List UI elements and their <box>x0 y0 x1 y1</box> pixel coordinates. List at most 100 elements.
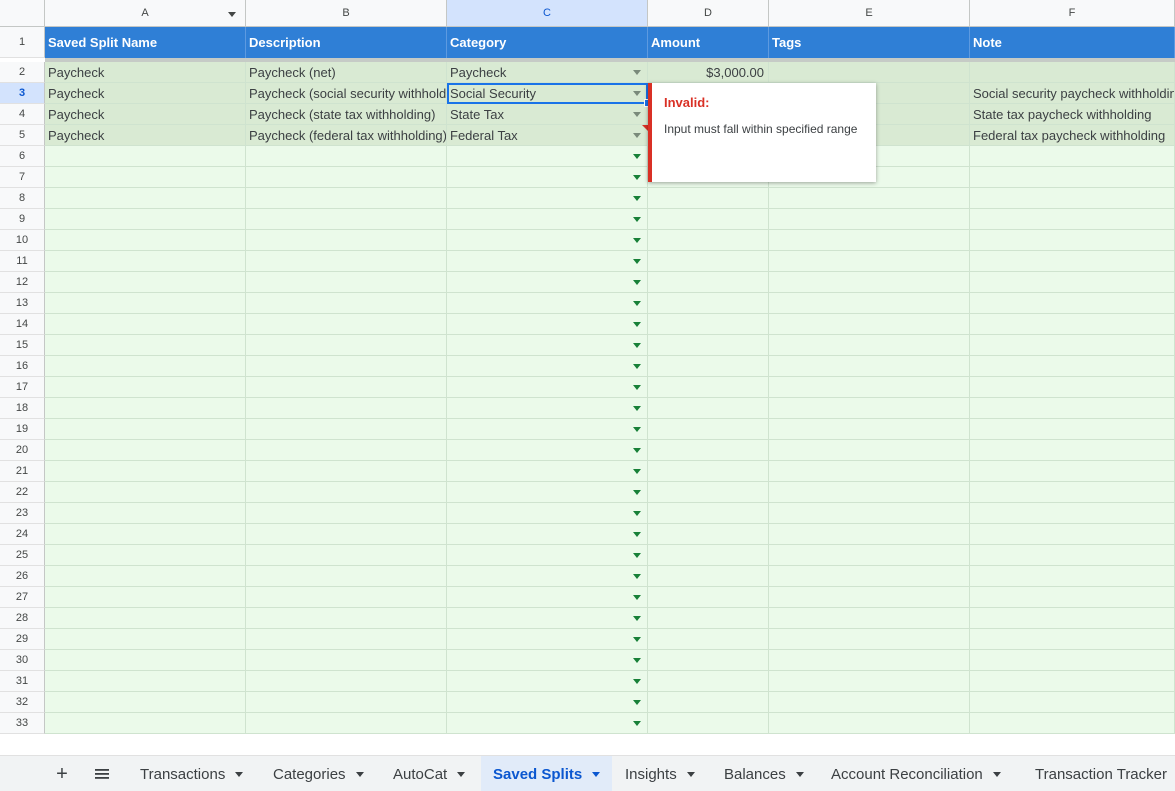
cell-amount[interactable] <box>648 209 769 230</box>
cell-note[interactable] <box>970 503 1175 524</box>
column-header-d[interactable]: D <box>648 0 769 27</box>
cell-note[interactable] <box>970 188 1175 209</box>
cell-tags[interactable] <box>769 566 970 587</box>
tab-menu-icon[interactable] <box>795 771 804 777</box>
cell-amount[interactable] <box>648 419 769 440</box>
cell-saved-split-name[interactable]: Paycheck <box>45 83 246 104</box>
dropdown-arrow-icon[interactable] <box>633 364 641 369</box>
cell-amount[interactable] <box>648 587 769 608</box>
cell-amount[interactable] <box>648 671 769 692</box>
cell-saved-split-name[interactable] <box>45 377 246 398</box>
dropdown-arrow-icon[interactable] <box>633 196 641 201</box>
cell-note[interactable] <box>970 566 1175 587</box>
row-number[interactable]: 3 <box>0 83 45 104</box>
cell-category[interactable] <box>447 398 648 419</box>
cell-note[interactable] <box>970 650 1175 671</box>
row-number[interactable]: 27 <box>0 587 45 608</box>
cell-saved-split-name[interactable] <box>45 293 246 314</box>
cell-category[interactable] <box>447 608 648 629</box>
cell-saved-split-name[interactable] <box>45 503 246 524</box>
filter-dropdown-icon[interactable] <box>228 12 236 17</box>
cell-tags[interactable] <box>769 209 970 230</box>
cell-tags[interactable] <box>769 356 970 377</box>
cell-tags[interactable] <box>769 335 970 356</box>
row-number[interactable]: 10 <box>0 230 45 251</box>
cell-description[interactable] <box>246 524 447 545</box>
cell-note[interactable] <box>970 545 1175 566</box>
cell-amount[interactable]: $3,000.00 <box>648 62 769 83</box>
header-cell-amount[interactable]: Amount <box>648 27 769 58</box>
cell-description[interactable] <box>246 692 447 713</box>
cell-description[interactable] <box>246 503 447 524</box>
cell-description[interactable] <box>246 335 447 356</box>
cell-category[interactable] <box>447 503 648 524</box>
tab-menu-icon[interactable] <box>355 771 364 777</box>
tab-categories[interactable]: Categories <box>259 756 378 791</box>
row-number[interactable]: 9 <box>0 209 45 230</box>
tab-autocat[interactable]: AutoCat <box>379 756 479 791</box>
cell-tags[interactable] <box>769 545 970 566</box>
cell-category[interactable] <box>447 377 648 398</box>
cell-note[interactable] <box>970 629 1175 650</box>
row-number[interactable]: 6 <box>0 146 45 167</box>
cell-note[interactable]: State tax paycheck withholding <box>970 104 1175 125</box>
cell-category[interactable] <box>447 524 648 545</box>
dropdown-arrow-icon[interactable] <box>633 511 641 516</box>
row-number[interactable]: 4 <box>0 104 45 125</box>
dropdown-arrow-icon[interactable] <box>633 700 641 705</box>
cell-saved-split-name[interactable] <box>45 146 246 167</box>
cell-tags[interactable] <box>769 629 970 650</box>
cell-amount[interactable] <box>648 440 769 461</box>
cell-note[interactable] <box>970 335 1175 356</box>
cell-amount[interactable] <box>648 314 769 335</box>
row-number[interactable]: 26 <box>0 566 45 587</box>
horizontal-scroll-area[interactable] <box>0 737 1175 755</box>
dropdown-arrow-icon[interactable] <box>633 175 641 180</box>
row-number[interactable]: 28 <box>0 608 45 629</box>
row-number[interactable]: 25 <box>0 545 45 566</box>
cell-note[interactable] <box>970 440 1175 461</box>
cell-category[interactable] <box>447 650 648 671</box>
cell-amount[interactable] <box>648 566 769 587</box>
dropdown-arrow-icon[interactable] <box>633 259 641 264</box>
cell-amount[interactable] <box>648 356 769 377</box>
column-header-f[interactable]: F <box>970 0 1175 27</box>
row-number[interactable]: 16 <box>0 356 45 377</box>
cell-saved-split-name[interactable] <box>45 272 246 293</box>
row-number[interactable]: 33 <box>0 713 45 734</box>
cell-saved-split-name[interactable] <box>45 230 246 251</box>
cell-amount[interactable] <box>648 608 769 629</box>
cell-amount[interactable] <box>648 293 769 314</box>
cell-amount[interactable] <box>648 251 769 272</box>
dropdown-arrow-icon[interactable] <box>633 427 641 432</box>
cell-description[interactable] <box>246 209 447 230</box>
cell-category[interactable] <box>447 671 648 692</box>
cell-note[interactable] <box>970 587 1175 608</box>
cell-description[interactable] <box>246 398 447 419</box>
cell-amount[interactable] <box>648 461 769 482</box>
cell-amount[interactable] <box>648 398 769 419</box>
cell-tags[interactable] <box>769 461 970 482</box>
row-number[interactable]: 20 <box>0 440 45 461</box>
cell-category[interactable] <box>447 272 648 293</box>
cell-note[interactable] <box>970 524 1175 545</box>
cell-note[interactable] <box>970 398 1175 419</box>
cell-saved-split-name[interactable]: Paycheck <box>45 62 246 83</box>
tab-menu-icon[interactable] <box>992 771 1001 777</box>
cell-saved-split-name[interactable] <box>45 629 246 650</box>
dropdown-arrow-icon[interactable] <box>633 490 641 495</box>
dropdown-arrow-icon[interactable] <box>633 133 641 138</box>
row-number[interactable]: 7 <box>0 167 45 188</box>
cell-description[interactable] <box>246 629 447 650</box>
cell-description[interactable] <box>246 419 447 440</box>
cell-category[interactable] <box>447 188 648 209</box>
cell-amount[interactable] <box>648 692 769 713</box>
cell-tags[interactable] <box>769 293 970 314</box>
cell-note[interactable] <box>970 482 1175 503</box>
cell-category[interactable] <box>447 167 648 188</box>
cell-tags[interactable] <box>769 398 970 419</box>
cell-note[interactable] <box>970 713 1175 734</box>
row-number[interactable]: 8 <box>0 188 45 209</box>
cell-description[interactable] <box>246 377 447 398</box>
cell-note[interactable] <box>970 419 1175 440</box>
